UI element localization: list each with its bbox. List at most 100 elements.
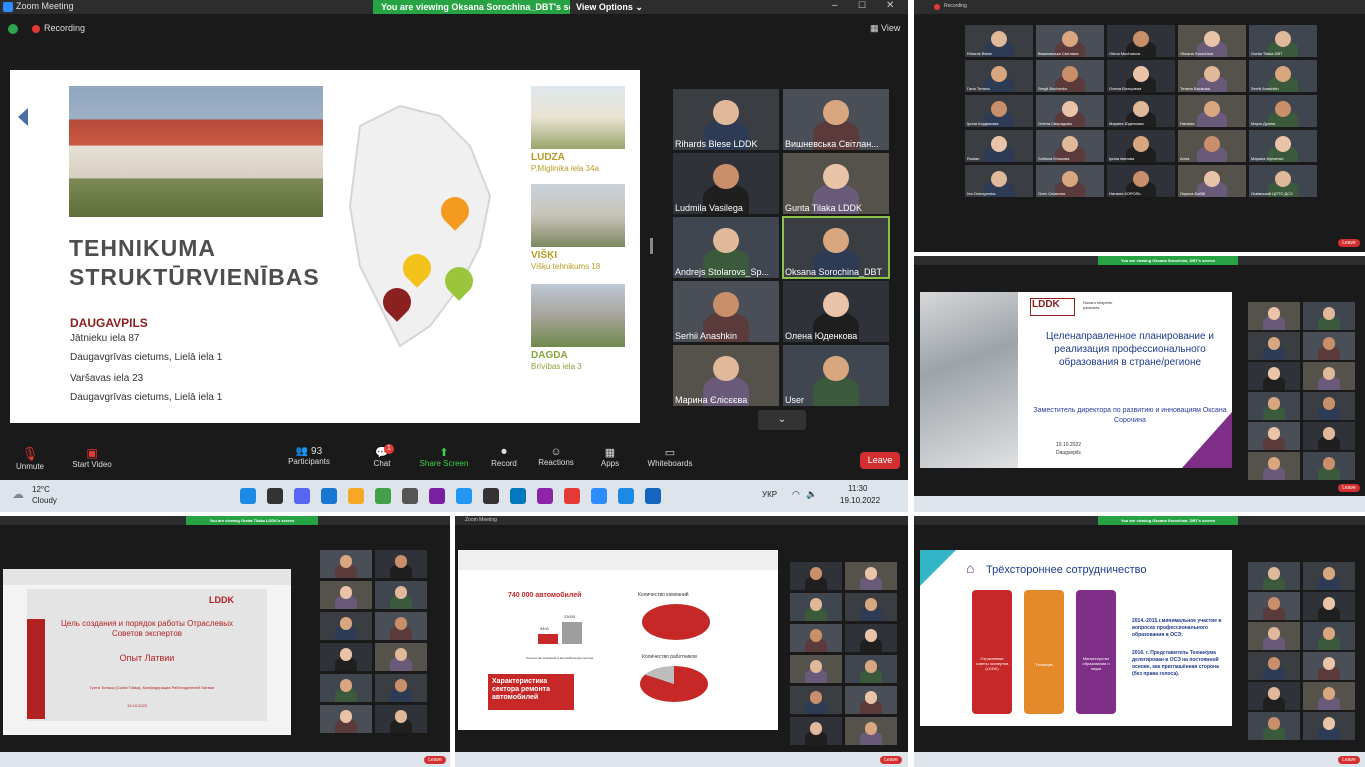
view-options-button[interactable]: View Options ⌄: [570, 0, 649, 14]
participant-tile[interactable]: Наталія КОРОЛЬ: [1107, 165, 1175, 197]
share-screen-button[interactable]: ⬆ Share Screen: [418, 446, 470, 468]
language-indicator[interactable]: УКР: [762, 490, 777, 499]
participant-tile[interactable]: Ірина Іванова: [1107, 130, 1175, 162]
participant-tile[interactable]: Ірина Кордюкова: [965, 95, 1033, 127]
participant-tile[interactable]: Rihards Blese LDDK: [673, 89, 779, 150]
minimize-button[interactable]: –: [832, 0, 838, 11]
taskbar-app-icon[interactable]: [591, 488, 607, 504]
participant-tile[interactable]: Rihards Blese: [965, 25, 1033, 57]
participant-tile[interactable]: [1248, 622, 1300, 650]
close-button[interactable]: ✕: [886, 0, 894, 11]
participant-tile[interactable]: Ina Ostrogorska: [965, 165, 1033, 197]
participant-tile[interactable]: Олена Вікторівна: [1107, 60, 1175, 92]
taskbar-app-icon[interactable]: [618, 488, 634, 504]
participant-tile[interactable]: Львівський ЦПТО ДСЗ: [1249, 165, 1317, 197]
taskbar-app-icon[interactable]: [402, 488, 418, 504]
participant-tile[interactable]: [1303, 562, 1355, 590]
participant-tile[interactable]: Svitlana Кількова: [1036, 130, 1104, 162]
participant-tile[interactable]: [1248, 682, 1300, 710]
participant-tile[interactable]: [1303, 622, 1355, 650]
whiteboards-button[interactable]: ▭ Whiteboards: [644, 446, 696, 468]
taskbar-app-icon[interactable]: [294, 488, 310, 504]
bm-leave-button[interactable]: Leave: [880, 756, 902, 764]
participant-tile[interactable]: [1303, 362, 1355, 390]
participant-tile[interactable]: Лариса Бабій: [1178, 165, 1246, 197]
participant-tile[interactable]: [1248, 332, 1300, 360]
splitter-handle[interactable]: [650, 238, 653, 254]
participant-tile[interactable]: Вишневська Світлан...: [783, 89, 889, 150]
participant-tile[interactable]: Ruslan: [965, 130, 1033, 162]
participant-tile[interactable]: Марина Кіріченко: [1249, 130, 1317, 162]
participant-tile[interactable]: [790, 655, 842, 683]
participant-tile[interactable]: Gunta Tilaka DBT: [1249, 25, 1317, 57]
participant-tile[interactable]: [845, 717, 897, 745]
participant-tile[interactable]: [1248, 302, 1300, 330]
participant-tile[interactable]: [1303, 422, 1355, 450]
taskbar-app-icon[interactable]: [537, 488, 553, 504]
taskbar-time[interactable]: 11:30: [848, 484, 867, 493]
apps-button[interactable]: ▦ Apps: [596, 446, 624, 468]
gallery-down-button[interactable]: ⌄: [758, 410, 806, 430]
taskbar-app-icon[interactable]: [375, 488, 391, 504]
participant-tile[interactable]: [1248, 452, 1300, 480]
participant-tile[interactable]: Гала Тетяна: [965, 60, 1033, 92]
participant-tile[interactable]: Олена Юденкова: [783, 281, 889, 342]
participant-tile[interactable]: Олена Свиридова: [1036, 95, 1104, 127]
participant-tile[interactable]: [375, 674, 427, 702]
bl-leave-button[interactable]: Leave: [424, 756, 446, 764]
taskbar-app-icon[interactable]: [510, 488, 526, 504]
taskbar-app-icon[interactable]: [348, 488, 364, 504]
participant-tile[interactable]: [1248, 422, 1300, 450]
participant-tile[interactable]: [1303, 592, 1355, 620]
mr-leave-button[interactable]: Leave: [1338, 484, 1360, 492]
participant-tile[interactable]: [320, 674, 372, 702]
participant-tile[interactable]: [375, 581, 427, 609]
participant-tile[interactable]: [375, 705, 427, 733]
participant-tile[interactable]: Gunta Tilaka LDDK: [783, 153, 889, 214]
taskbar-date[interactable]: 19.10.2022: [840, 496, 880, 505]
participant-tile[interactable]: [1303, 392, 1355, 420]
participant-tile[interactable]: [1248, 712, 1300, 740]
wifi-icon[interactable]: ◠: [792, 489, 800, 500]
participant-tile[interactable]: [845, 686, 897, 714]
taskbar-app-icon[interactable]: [456, 488, 472, 504]
search-icon[interactable]: [267, 488, 283, 504]
participant-tile[interactable]: Марина Єлісєєва: [673, 345, 779, 406]
view-button[interactable]: ▦ View: [870, 23, 900, 34]
participant-tile[interactable]: Ludmila Vasilega: [673, 153, 779, 214]
participant-tile[interactable]: [320, 550, 372, 578]
participant-tile[interactable]: Тетяна Васікова: [1178, 60, 1246, 92]
participant-tile[interactable]: [790, 593, 842, 621]
participant-tile[interactable]: [375, 643, 427, 671]
participant-tile[interactable]: [1303, 682, 1355, 710]
participant-tile[interactable]: Вишневська Світлана: [1036, 25, 1104, 57]
record-button[interactable]: ⏺ Record: [488, 446, 520, 468]
participant-tile[interactable]: Марина Юденкова: [1107, 95, 1175, 127]
participant-tile[interactable]: [375, 550, 427, 578]
participant-tile[interactable]: Анна: [1178, 130, 1246, 162]
participant-tile[interactable]: [845, 593, 897, 621]
participant-tile[interactable]: [1248, 362, 1300, 390]
participant-tile[interactable]: [1248, 652, 1300, 680]
taskbar-app-icon[interactable]: [483, 488, 499, 504]
maximize-button[interactable]: ☐: [858, 0, 866, 11]
participant-tile[interactable]: [1303, 452, 1355, 480]
participant-tile[interactable]: [845, 655, 897, 683]
start-icon[interactable]: [240, 488, 256, 504]
taskbar-app-icon[interactable]: [429, 488, 445, 504]
participant-tile[interactable]: [1303, 302, 1355, 330]
participant-tile[interactable]: [1248, 392, 1300, 420]
participant-tile[interactable]: Олег Семенюк: [1036, 165, 1104, 197]
participant-tile[interactable]: Serhii Anashkin: [673, 281, 779, 342]
leave-button[interactable]: Leave: [860, 452, 900, 469]
participant-tile[interactable]: [320, 705, 372, 733]
participant-tile[interactable]: [1303, 712, 1355, 740]
participant-tile[interactable]: Andrejs Stolarovs_Sp...: [673, 217, 779, 278]
participant-tile[interactable]: [790, 562, 842, 590]
participant-tile[interactable]: [790, 717, 842, 745]
participant-tile[interactable]: [790, 686, 842, 714]
taskbar-app-icon[interactable]: [645, 488, 661, 504]
participants-button[interactable]: 👥 93 Participants: [286, 446, 332, 466]
tr-leave-button[interactable]: Leave: [1338, 239, 1360, 247]
participant-tile[interactable]: [845, 562, 897, 590]
